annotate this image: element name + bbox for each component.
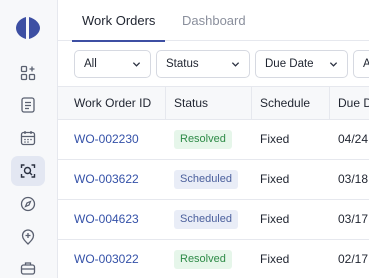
chevron-down-icon	[231, 62, 240, 67]
schedule-cell: Fixed	[260, 132, 290, 146]
chevron-down-icon	[132, 62, 141, 67]
table-row[interactable]: WO-003022 Resolved Fixed 02/17,	[58, 240, 369, 278]
location-pin-icon	[21, 229, 35, 245]
work-order-id-link[interactable]: WO-003622	[66, 160, 166, 199]
tab-bar: Work Orders Dashboard	[58, 0, 369, 42]
sidebar-item-apps[interactable]	[11, 58, 45, 88]
tab-dashboard[interactable]: Dashboard	[182, 0, 246, 41]
sidebar-item-explore[interactable]	[11, 189, 45, 219]
status-cell: Scheduled	[166, 160, 252, 199]
column-header-work-order-id[interactable]: Work Order ID	[66, 87, 166, 119]
due-date-filter-dropdown[interactable]: Due Date	[255, 50, 348, 78]
more-filter-dropdown[interactable]: A	[353, 50, 369, 78]
work-orders-table: Work Order ID Status Schedule Due D WO-0…	[58, 86, 369, 278]
table-header: Work Order ID Status Schedule Due D	[58, 86, 369, 120]
compass-icon	[20, 196, 36, 212]
sidebar-item-locations[interactable]	[11, 222, 45, 252]
sidebar	[0, 0, 58, 278]
column-header-schedule[interactable]: Schedule	[252, 87, 330, 119]
brand-logo[interactable]	[14, 14, 42, 42]
due-date-cell: 04/24	[338, 132, 369, 146]
document-icon	[21, 97, 35, 113]
main-content: Work Orders Dashboard All Status Due Dat…	[58, 0, 369, 278]
table-row[interactable]: WO-004623 Scheduled Fixed 03/17,	[58, 200, 369, 240]
work-order-id-link[interactable]: WO-002230	[66, 120, 166, 159]
sidebar-item-toolbox[interactable]	[11, 253, 45, 278]
app-window: Work Orders Dashboard All Status Due Dat…	[0, 0, 369, 278]
status-filter-dropdown[interactable]: Status	[156, 50, 250, 78]
sidebar-item-calendar[interactable]	[11, 123, 45, 153]
due-date-cell: 03/17,	[338, 212, 369, 226]
column-header-status[interactable]: Status	[166, 87, 252, 119]
status-cell: Scheduled	[166, 200, 252, 239]
all-filter-value: All	[84, 58, 97, 70]
schedule-cell: Fixed	[260, 212, 290, 226]
more-filter-value: A	[363, 58, 369, 70]
due-date-cell: 02/17,	[338, 252, 369, 266]
due-date-cell: 03/18	[338, 172, 369, 186]
tab-work-orders[interactable]: Work Orders	[71, 0, 166, 42]
sidebar-item-documents[interactable]	[11, 90, 45, 120]
table-row[interactable]: WO-003622 Scheduled Fixed 03/18	[58, 160, 369, 200]
sidebar-item-work-orders[interactable]	[11, 156, 45, 186]
calendar-icon	[20, 131, 36, 146]
status-cell: Resolved	[166, 240, 252, 278]
work-order-id-link[interactable]: WO-004623	[66, 200, 166, 239]
schedule-cell: Fixed	[260, 172, 290, 186]
status-filter-value: Status	[166, 58, 199, 70]
status-cell: Resolved	[166, 120, 252, 159]
status-badge: Resolved	[174, 130, 232, 150]
status-badge: Resolved	[174, 250, 232, 270]
status-badge: Scheduled	[174, 170, 238, 190]
toolbox-icon	[20, 262, 36, 275]
work-order-id-link[interactable]: WO-003022	[66, 240, 166, 278]
due-date-filter-value: Due Date	[265, 58, 314, 70]
schedule-cell: Fixed	[260, 252, 290, 266]
filter-bar: All Status Due Date A	[58, 42, 369, 86]
all-filter-dropdown[interactable]: All	[74, 50, 151, 78]
status-badge: Scheduled	[174, 210, 238, 230]
apps-grid-icon	[20, 65, 36, 81]
chevron-down-icon	[329, 62, 338, 67]
column-header-due-date[interactable]: Due D	[330, 87, 369, 119]
table-row[interactable]: WO-002230 Resolved Fixed 04/24	[58, 120, 369, 160]
work-orders-icon	[20, 164, 36, 178]
